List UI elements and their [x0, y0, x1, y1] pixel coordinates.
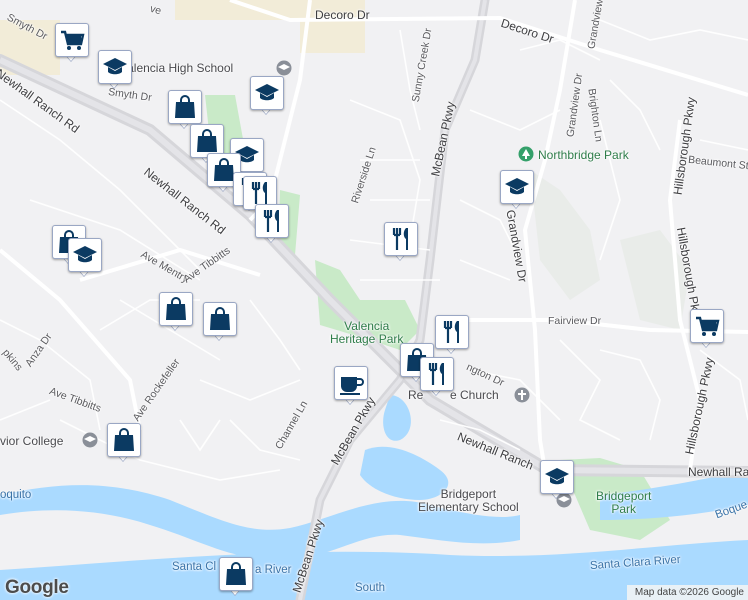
road-label-newhall-ranch-rd: Newhall Ra [688, 465, 748, 479]
shopping-bag-icon [210, 307, 230, 330]
restaurant-icon [428, 363, 444, 385]
map-marker-shopping-bag[interactable] [203, 302, 237, 342]
map-marker-restaurant[interactable] [435, 315, 469, 355]
map-marker-shopping-cart[interactable] [55, 23, 89, 63]
restaurant-icon [251, 182, 267, 204]
restaurant-icon [263, 210, 279, 232]
map-marker-school[interactable] [500, 170, 534, 210]
shopping-bag-icon [175, 95, 195, 118]
cafe-icon [340, 377, 364, 395]
google-logo: Google [5, 577, 69, 599]
map-marker-school[interactable] [540, 460, 574, 500]
place-label-bridgeport-park: Bridgeport Park [596, 489, 652, 516]
map-marker-cafe[interactable] [334, 366, 368, 406]
road-label-fairview-dr: Fairview Dr [548, 315, 602, 327]
google-wordmark: Google [5, 577, 69, 598]
shopping-bag-icon [226, 562, 246, 585]
shopping-cart-icon [61, 30, 85, 50]
map-marker-shopping-bag[interactable] [219, 557, 253, 597]
map-attribution[interactable]: Map data ©2026 Google [626, 585, 748, 600]
place-label-bridgeport-elementary: Bridgeport Elementary School [418, 487, 519, 514]
place-label-valencia-high-school: Valencia High School [120, 61, 234, 75]
map-marker-school[interactable] [98, 50, 132, 90]
map-marker-shopping-bag[interactable] [159, 292, 193, 332]
park-icon [518, 146, 534, 162]
restaurant-icon [443, 321, 459, 343]
map-marker-restaurant[interactable] [255, 204, 289, 244]
shopping-bag-icon [197, 129, 217, 152]
place-label-college: vior College [0, 434, 64, 448]
road-label-boquito: oquito [0, 489, 32, 501]
school-icon [73, 246, 97, 263]
map-canvas[interactable]: Smyth Dr Smyth Dr ve Decoro Dr Decoro Dr… [0, 0, 748, 600]
place-label-valencia-heritage-park: Valencia Heritage Park [330, 319, 404, 346]
school-poi-icon [82, 432, 98, 448]
map-marker-restaurant[interactable] [384, 222, 418, 262]
school-icon [505, 178, 529, 195]
map-marker-shopping-bag[interactable] [107, 423, 141, 463]
church-icon [514, 387, 530, 403]
map-marker-school[interactable] [68, 238, 102, 278]
school-icon [255, 84, 279, 101]
place-label-south: South [355, 582, 386, 594]
school-icon [545, 468, 569, 485]
place-label-northbridge-park: Northbridge Park [538, 148, 629, 162]
water-label-santa-clara-river: Santa Cl [172, 561, 217, 573]
shopping-bag-icon [166, 297, 186, 320]
road-label-decoro-dr: Decoro Dr [315, 8, 370, 22]
school-poi-icon [276, 60, 292, 76]
restaurant-icon [392, 228, 408, 250]
map-marker-school[interactable] [250, 76, 284, 116]
shopping-cart-icon [696, 316, 720, 336]
water-label-santa-clara-river: a River [255, 564, 292, 576]
map-marker-restaurant[interactable] [420, 357, 454, 397]
school-icon [103, 58, 127, 75]
map-marker-shopping-cart[interactable] [690, 309, 724, 349]
map-data-text: Map data ©2026 Google [634, 587, 744, 598]
shopping-bag-icon [114, 428, 134, 451]
